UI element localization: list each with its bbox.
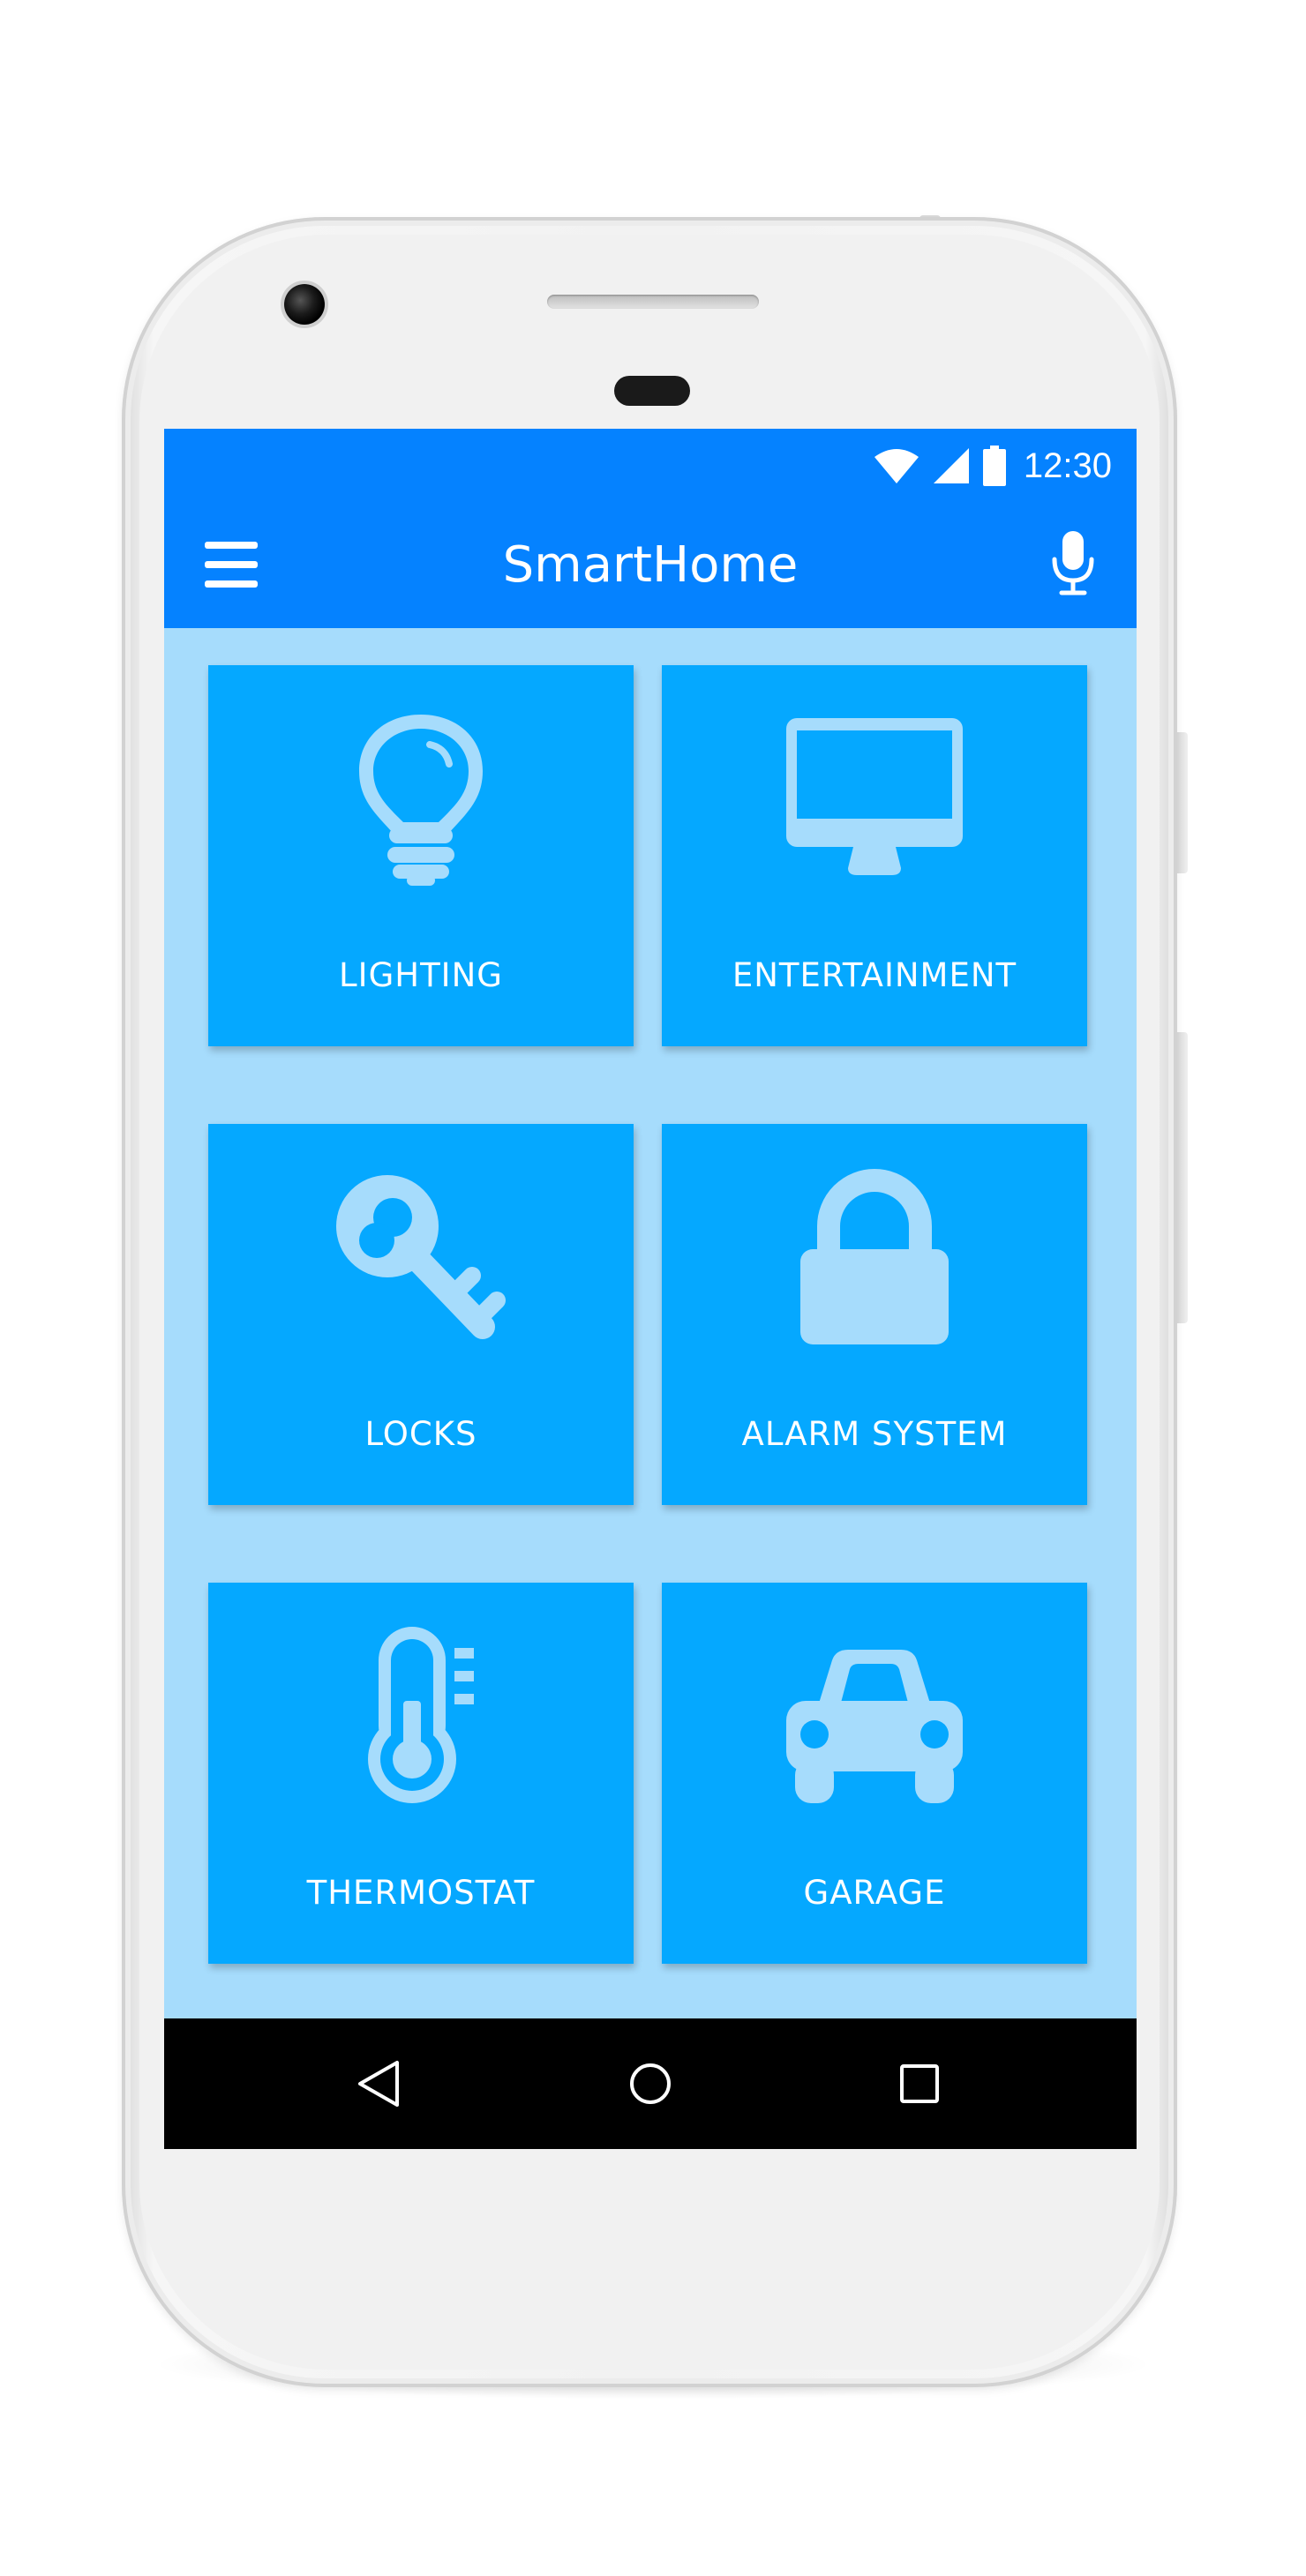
key-icon — [336, 1175, 506, 1339]
app-screen: 12:30 SmartHome LIGHTING ENTERTAINMENT L… — [164, 429, 1137, 2149]
tile-label: LIGHTING — [339, 956, 503, 994]
wifi-icon — [874, 449, 919, 483]
tile-thermostat[interactable]: THERMOSTAT — [208, 1583, 634, 1964]
signal-icon — [933, 448, 969, 483]
thermometer-icon — [368, 1627, 474, 1803]
padlock-icon — [800, 1169, 949, 1344]
tile-locks[interactable]: LOCKS — [208, 1124, 634, 1505]
app-title: SmartHome — [502, 536, 799, 594]
status-bar: 12:30 — [164, 429, 1137, 503]
recent-apps-button[interactable] — [884, 2048, 955, 2119]
tile-entertainment[interactable]: ENTERTAINMENT — [662, 665, 1087, 1046]
back-button[interactable] — [346, 2048, 417, 2119]
tile-label: ALARM SYSTEM — [741, 1415, 1008, 1453]
car-icon — [786, 1650, 963, 1803]
voice-button[interactable] — [1048, 528, 1098, 598]
app-bar: SmartHome — [164, 503, 1137, 628]
proximity-sensor — [614, 376, 690, 406]
tile-label: ENTERTAINMENT — [732, 956, 1017, 994]
recent-apps-icon — [900, 2064, 939, 2103]
monitor-icon — [786, 718, 963, 875]
home-icon — [630, 2063, 671, 2104]
tile-garage[interactable]: GARAGE — [662, 1583, 1087, 1964]
battery-icon — [982, 446, 1006, 486]
front-camera — [284, 284, 325, 325]
tile-lighting[interactable]: LIGHTING — [208, 665, 634, 1046]
back-icon — [358, 2061, 399, 2107]
microphone-icon — [1052, 531, 1094, 595]
tile-label: THERMOSTAT — [306, 1874, 536, 1912]
tile-alarm-system[interactable]: ALARM SYSTEM — [662, 1124, 1087, 1505]
tile-label: LOCKS — [364, 1415, 477, 1453]
status-time: 12:30 — [1023, 446, 1112, 485]
navigation-bar — [164, 2018, 1137, 2149]
earpiece-speaker — [547, 295, 759, 309]
menu-button[interactable] — [203, 535, 261, 596]
home-button[interactable] — [615, 2048, 686, 2119]
tile-label: GARAGE — [803, 1874, 946, 1912]
lightbulb-icon — [359, 715, 483, 886]
status-icons: 12:30 — [874, 441, 1112, 490]
